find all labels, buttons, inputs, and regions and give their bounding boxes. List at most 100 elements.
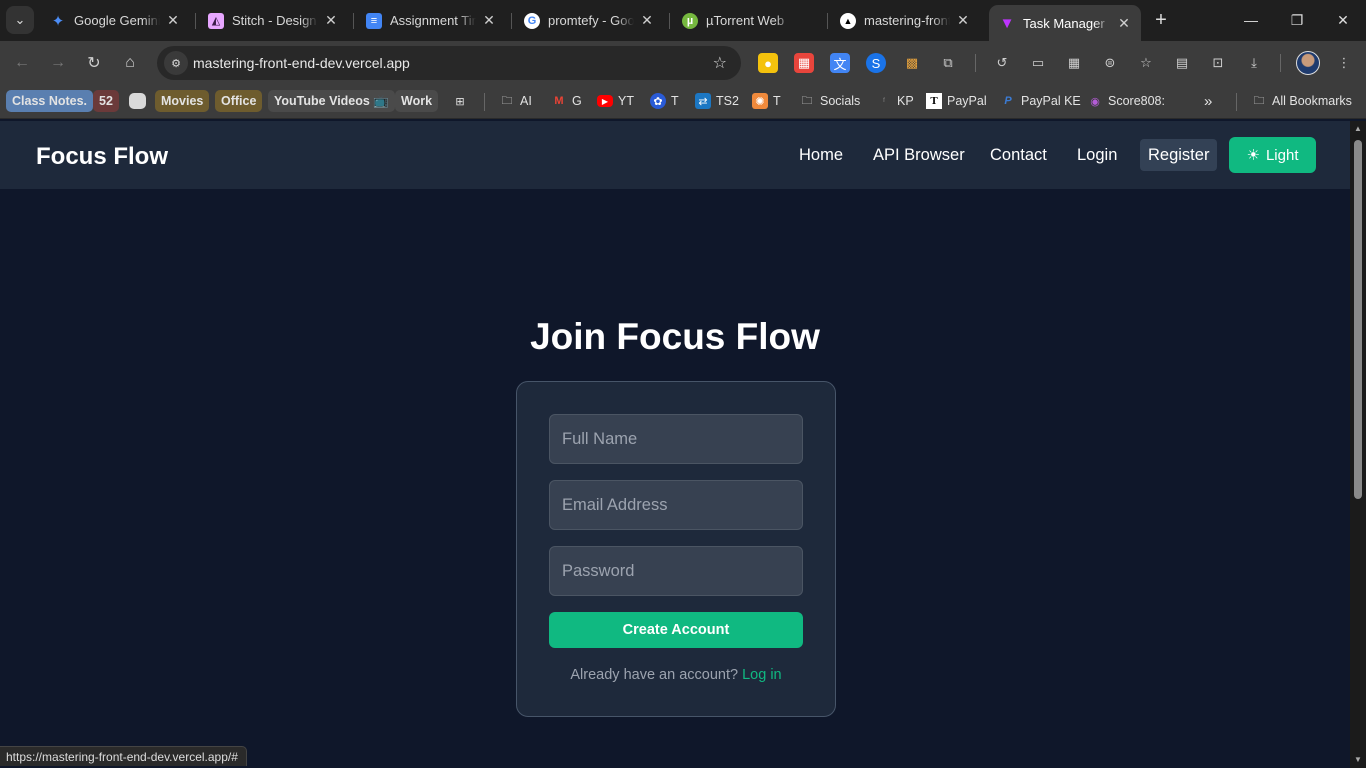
close-icon[interactable]: ✕ — [638, 12, 656, 30]
tab-title: Task Manager — [1023, 15, 1105, 31]
bookmark-t-orange[interactable]: ✺ T — [752, 90, 781, 112]
home-icon[interactable]: ⌂ — [116, 49, 144, 77]
apps-grid-icon[interactable]: ⊞ — [452, 90, 473, 112]
reading-list-icon[interactable]: ▤ — [1172, 53, 1192, 73]
tab-assignment[interactable]: ≡ Assignment Tim ✕ — [356, 6, 506, 35]
close-icon[interactable]: ✕ — [164, 12, 182, 30]
tab-search-icon[interactable]: ⌄ — [6, 6, 34, 34]
password-input[interactable] — [549, 546, 803, 596]
scrollbar-thumb[interactable] — [1354, 140, 1362, 499]
create-account-button[interactable]: Create Account — [549, 612, 803, 648]
bookmark-class-notes[interactable]: Class Notes. — [6, 90, 94, 112]
translate-extension-icon[interactable]: 文 — [830, 53, 850, 73]
new-tab-icon[interactable]: + — [1150, 8, 1172, 32]
bookmark-t-blue[interactable]: ✿ T — [650, 90, 679, 112]
bookmark-ts2[interactable]: ⇄ TS2 — [695, 90, 739, 112]
google-icon: G — [524, 12, 540, 29]
window-close-icon[interactable]: ✕ — [1320, 0, 1366, 40]
email-input[interactable] — [549, 480, 803, 530]
forward-icon[interactable]: → — [44, 49, 72, 77]
address-bar[interactable]: ⚙ mastering-front-end-dev.vercel.app ☆ — [157, 46, 741, 80]
tab-stitch[interactable]: ◭ Stitch - Design w ✕ — [198, 6, 348, 35]
back-icon[interactable]: ← — [8, 49, 36, 77]
bookmark-label: AI — [520, 94, 532, 108]
address-url[interactable]: mastering-front-end-dev.vercel.app — [193, 55, 410, 71]
close-icon[interactable]: ✕ — [954, 12, 972, 30]
nav-api-browser[interactable]: API Browser — [873, 146, 965, 165]
login-link[interactable]: Log in — [742, 667, 782, 683]
theme-toggle-button[interactable]: ☀ Light — [1229, 137, 1316, 173]
bookmark-ai-folder[interactable]: 🗀 AI — [499, 90, 532, 112]
tab-task-manager[interactable]: ▼ Task Manager ✕ — [989, 5, 1141, 41]
bookmarks-bar: Class Notes. 52 Movies Office YouTube Vi… — [0, 85, 1366, 119]
nav-contact[interactable]: Contact — [990, 146, 1047, 165]
brand-logo[interactable]: Focus Flow — [36, 143, 168, 171]
google-docs-icon: ≡ — [366, 12, 382, 29]
bookmark-office[interactable]: Office — [215, 90, 263, 112]
vertical-scrollbar[interactable]: ▲ ▼ — [1350, 121, 1366, 768]
bookmark-label: Office — [221, 94, 257, 108]
bookmark-youtube[interactable]: ▶ YT — [597, 90, 634, 112]
register-form-card: Create Account Already have an account? … — [516, 381, 836, 717]
bookmark-movies[interactable]: Movies — [155, 90, 210, 112]
profile-avatar[interactable] — [1296, 51, 1320, 75]
restore-icon[interactable]: ❐ — [1274, 0, 1320, 40]
close-icon[interactable]: ✕ — [322, 12, 340, 30]
ts2-icon: ⇄ — [695, 93, 711, 109]
tab-google-gemini[interactable]: ✦ Google Gemini ✕ — [40, 6, 190, 35]
close-icon[interactable]: ✕ — [480, 12, 498, 30]
all-bookmarks-folder[interactable]: 🗀 All Bookmarks — [1251, 90, 1352, 112]
tab-title: Assignment Tim — [390, 13, 476, 28]
tab-groups-icon[interactable]: ▦ — [1064, 53, 1084, 73]
bookmark-gmail[interactable]: MG — [551, 90, 582, 112]
tab-utorrent[interactable]: µ µTorrent Web — [672, 6, 822, 35]
tab-title: Stitch - Design w — [232, 13, 318, 28]
paypal-t-icon: T — [926, 93, 942, 109]
shazam-extension-icon[interactable]: S — [866, 53, 886, 73]
devices-icon[interactable]: ▭ — [1028, 53, 1048, 73]
extensions-puzzle-icon[interactable]: ⧉ — [938, 53, 958, 73]
bookmark-label: G — [572, 94, 582, 108]
site-info-icon[interactable]: ⚙ — [164, 51, 188, 75]
tab-divider — [195, 13, 196, 29]
cast-icon[interactable]: ⊡ — [1208, 53, 1228, 73]
tab-promtefy[interactable]: G promtefy - Goog ✕ — [514, 6, 664, 35]
bookmark-youtube-videos[interactable]: YouTube Videos 📺 — [268, 90, 395, 112]
scroll-down-icon[interactable]: ▼ — [1353, 755, 1363, 765]
keep-extension-icon[interactable]: ● — [758, 53, 778, 73]
menu-kebab-icon[interactable]: ⋮ — [1334, 53, 1354, 73]
bookmark-score808[interactable]: ◉ Score808: — [1087, 90, 1165, 112]
bookmark-label: 52 — [99, 94, 113, 108]
full-name-input[interactable] — [549, 414, 803, 464]
calendar-extension-icon[interactable]: ▦ — [794, 53, 814, 73]
bookmark-divider — [484, 93, 485, 111]
bookmark-socials-folder[interactable]: 🗀 Socials — [799, 90, 861, 112]
history-icon[interactable]: ↺ — [992, 53, 1012, 73]
incognito-icon[interactable]: ⊜ — [1100, 53, 1120, 73]
colorzilla-extension-icon[interactable]: ▩ — [902, 53, 922, 73]
nav-register[interactable]: Register — [1140, 139, 1218, 171]
tab-mastering-front[interactable]: ▲ mastering-front- ✕ — [830, 6, 980, 35]
more-bookmarks-chevron-icon[interactable]: » — [1204, 90, 1212, 112]
bookmark-blank-chip[interactable] — [129, 93, 146, 109]
youtube-icon: ▶ — [597, 95, 613, 107]
tab-divider — [353, 13, 354, 29]
bookmark-kp[interactable]: ᶠ KP — [876, 90, 914, 112]
bookmark-52[interactable]: 52 — [93, 90, 119, 112]
download-icon[interactable]: ⤓ — [1244, 53, 1264, 73]
gemini-icon: ✦ — [51, 12, 65, 30]
bookmark-paypal-ke[interactable]: P PayPal KE — [1000, 90, 1080, 112]
reload-icon[interactable]: ↻ — [80, 49, 108, 77]
toolbar-divider — [1280, 54, 1281, 72]
bookmarks-star-icon[interactable]: ☆ — [1136, 53, 1156, 73]
bookmark-work[interactable]: Work — [395, 90, 439, 112]
nav-login[interactable]: Login — [1077, 146, 1117, 165]
bookmark-star-icon[interactable]: ☆ — [713, 53, 727, 73]
close-icon[interactable]: ✕ — [1115, 14, 1133, 32]
nav-home[interactable]: Home — [799, 146, 843, 165]
bookmark-paypal-t[interactable]: T PayPal — [926, 90, 987, 112]
stitch-icon: ◭ — [208, 12, 224, 29]
scroll-up-icon[interactable]: ▲ — [1353, 124, 1363, 134]
minimize-icon[interactable]: — — [1228, 0, 1274, 40]
vite-icon: ▼ — [999, 14, 1015, 32]
